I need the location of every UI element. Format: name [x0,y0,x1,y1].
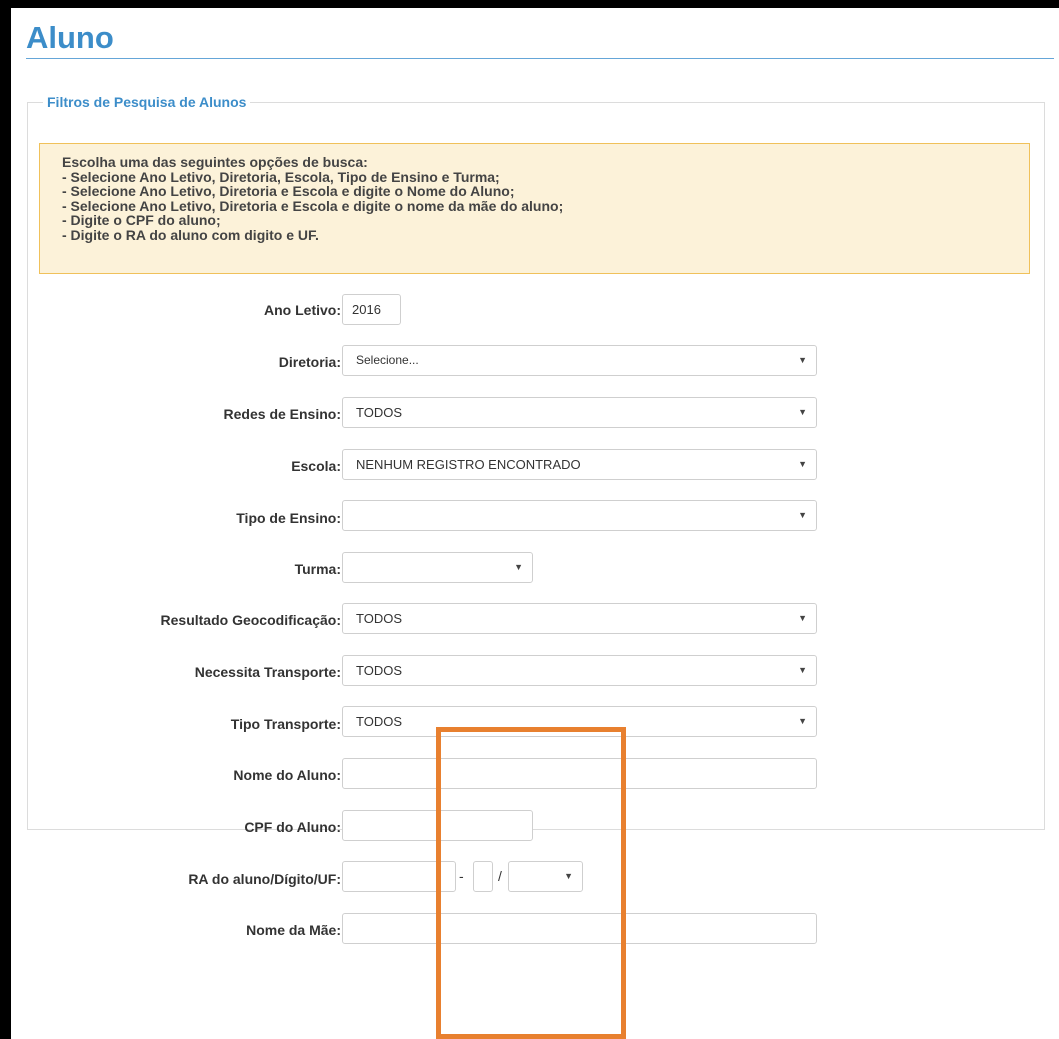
title-divider [26,58,1054,59]
ano-letivo-label: Ano Letivo: [264,302,341,318]
ra-aluno-label: RA do aluno/Dígito/UF: [188,871,341,887]
redes-ensino-value: TODOS [356,405,402,420]
turma-select[interactable]: ▼ [342,552,533,583]
tipo-transporte-value: TODOS [356,714,402,729]
nome-mae-label: Nome da Mãe: [246,922,341,938]
nome-aluno-label: Nome do Aluno: [233,767,341,783]
chevron-down-icon: ▼ [798,716,807,726]
filters-legend: Filtros de Pesquisa de Alunos [43,93,251,111]
notice-line: - Selecione Ano Letivo, Diretoria e Esco… [62,197,564,214]
notice-line: - Digite o CPF do aluno; [62,212,221,228]
diretoria-label: Diretoria: [278,354,341,370]
ano-letivo-value: 2016 [352,302,381,317]
tipo-ensino-label: Tipo de Ensino: [236,510,341,526]
page-title: Aluno [26,20,114,55]
tipo-transporte-label: Tipo Transporte: [230,716,341,732]
necessita-transporte-label: Necessita Transporte: [194,664,341,680]
chevron-down-icon: ▼ [798,459,807,469]
necessita-transporte-select[interactable]: TODOS ▼ [342,655,817,686]
redes-ensino-select[interactable]: TODOS ▼ [342,397,817,428]
escola-value: NENHUM REGISTRO ENCONTRADO [356,457,581,472]
notice-heading: Escolha uma das seguintes opções de busc… [62,154,368,170]
resultado-geo-value: TODOS [356,611,402,626]
notice-line: - Selecione Ano Letivo, Diretoria e Esco… [62,183,515,199]
escola-label: Escola: [291,458,341,474]
turma-label: Turma: [294,561,341,577]
chevron-down-icon: ▼ [798,510,807,520]
resultado-geo-label: Resultado Geocodificação: [160,612,341,628]
diretoria-value: Selecione... [356,353,419,367]
chevron-down-icon: ▼ [514,562,523,572]
chevron-down-icon: ▼ [798,407,807,417]
notice-line: - Selecione Ano Letivo, Diretoria, Escol… [62,168,500,185]
redes-ensino-label: Redes de Ensino: [223,406,341,422]
notice-line: - Digite o RA do aluno com digito e UF. [62,226,319,243]
escola-select[interactable]: NENHUM REGISTRO ENCONTRADO ▼ [342,449,817,480]
chevron-down-icon: ▼ [798,665,807,675]
necessita-transporte-value: TODOS [356,663,402,678]
ano-letivo-field[interactable]: 2016 [342,294,401,325]
search-options-notice: Escolha uma das seguintes opções de busc… [39,143,1030,274]
chevron-down-icon: ▼ [798,355,807,365]
resultado-geo-select[interactable]: TODOS ▼ [342,603,817,634]
chevron-down-icon: ▼ [798,613,807,623]
highlight-box [436,727,626,1039]
tipo-ensino-select[interactable]: ▼ [342,500,817,531]
cpf-aluno-label: CPF do Aluno: [244,819,341,835]
page: Aluno Filtros de Pesquisa de Alunos Esco… [11,8,1059,1039]
diretoria-select[interactable]: Selecione... ▼ [342,345,817,376]
